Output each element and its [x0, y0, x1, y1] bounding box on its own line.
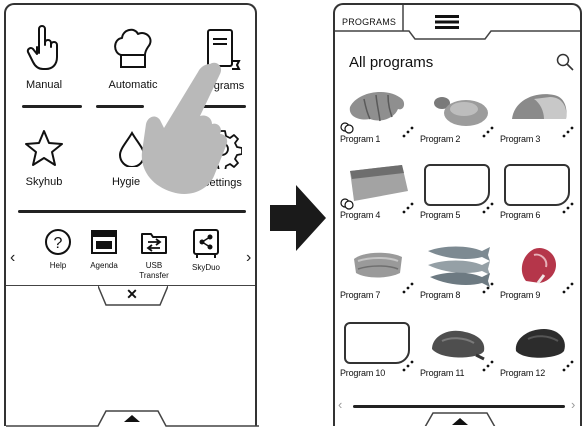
tool-label: Help — [49, 261, 67, 270]
bread-loaf-thumbnail — [512, 94, 567, 119]
program-label: Program 9 — [500, 290, 541, 300]
program-label: Program 7 — [340, 290, 381, 300]
program-card-8[interactable]: Program 8 — [420, 241, 496, 305]
empty-program-thumbnail — [344, 322, 410, 364]
program-label: Program 10 — [340, 368, 386, 378]
page-title: All programs — [349, 54, 434, 71]
more-options-icon[interactable] — [482, 360, 494, 372]
more-options-icon[interactable] — [562, 126, 574, 138]
svg-text:?: ? — [54, 235, 63, 252]
tile-skyhub[interactable]: Skyhub — [12, 129, 76, 188]
more-options-icon[interactable] — [482, 126, 494, 138]
more-options-icon[interactable] — [562, 282, 574, 294]
steak-thumbnail — [521, 247, 556, 284]
more-options-icon[interactable] — [402, 126, 414, 138]
more-options-icon[interactable] — [562, 202, 574, 214]
program-label: Program 12 — [500, 368, 546, 378]
skyduo-icon — [193, 229, 219, 258]
program-card-11[interactable]: Program 11 — [420, 319, 496, 383]
more-options-icon[interactable] — [562, 360, 574, 372]
chevron-right-icon[interactable]: › — [246, 249, 251, 267]
program-label: Program 11 — [420, 368, 465, 378]
close-icon[interactable]: ✕ — [122, 286, 142, 303]
program-label: Program 4 — [340, 210, 381, 220]
header-label: PROGRAMS — [342, 17, 397, 27]
more-options-icon[interactable] — [482, 282, 494, 294]
tile-label: Manual — [25, 79, 63, 91]
program-label: Program 3 — [500, 134, 541, 144]
tool-label: Agenda — [90, 261, 118, 270]
bread-roll-thumbnail — [434, 97, 488, 126]
program-card-10[interactable]: Program 10 — [340, 319, 416, 383]
agenda-icon — [91, 230, 117, 254]
program-label: Program 8 — [420, 290, 461, 300]
tool-skyduo[interactable]: SkyDuo — [184, 227, 228, 273]
separator — [18, 210, 246, 213]
transition-arrow-icon — [270, 185, 326, 251]
more-options-icon[interactable] — [482, 202, 494, 214]
expand-tab[interactable] — [335, 409, 582, 426]
more-options-icon[interactable] — [402, 282, 414, 294]
chevron-left-icon[interactable]: ‹ — [10, 249, 15, 267]
tool-agenda[interactable]: Agenda — [82, 227, 126, 271]
empty-program-thumbnail — [424, 164, 490, 206]
program-card-4[interactable]: Program 4 — [340, 161, 416, 225]
fish-fillet-thumbnail — [354, 252, 402, 278]
tool-help[interactable]: ? Help — [36, 227, 80, 271]
multi-level-icon — [340, 122, 354, 134]
tile-label: Skyhub — [25, 176, 63, 188]
program-card-3[interactable]: Program 3 — [500, 85, 576, 149]
roast-dark-thumbnail — [515, 329, 565, 358]
fish-thumbnail — [428, 246, 490, 287]
more-options-icon[interactable] — [402, 360, 414, 372]
bread-slab-thumbnail — [350, 165, 408, 201]
tool-label: USB Transfer — [139, 261, 169, 280]
search-icon[interactable] — [556, 53, 574, 71]
usb-transfer-icon — [141, 233, 167, 254]
programs-panel: PROGRAMS All programs Program 1 Program … — [333, 3, 582, 426]
program-label: Program 5 — [420, 210, 461, 220]
help-icon: ? — [45, 229, 71, 255]
program-card-9[interactable]: Program 9 — [500, 241, 576, 305]
tile-manual[interactable]: Manual — [12, 23, 76, 91]
star-icon — [25, 130, 63, 166]
program-card-1[interactable]: Program 1 — [340, 85, 416, 149]
scrollbar[interactable] — [353, 405, 565, 408]
separator — [22, 105, 82, 108]
multi-level-icon — [340, 198, 354, 210]
croissant-thumbnail — [349, 92, 405, 122]
tool-label: SkyDuo — [191, 263, 220, 272]
menu-icon[interactable] — [435, 15, 459, 29]
program-label: Program 1 — [340, 134, 381, 144]
tool-usb-transfer[interactable]: USB Transfer — [132, 227, 176, 281]
program-card-12[interactable]: Program 12 — [500, 319, 576, 383]
program-card-2[interactable]: Program 2 — [420, 85, 496, 149]
program-card-7[interactable]: Program 7 — [340, 241, 416, 305]
hand-pointer-icon — [26, 25, 58, 70]
program-card-6[interactable]: Program 6 — [500, 161, 576, 225]
program-label: Program 2 — [420, 134, 461, 144]
empty-program-thumbnail — [504, 164, 570, 206]
touch-hand-icon — [141, 62, 228, 195]
program-label: Program 6 — [500, 210, 541, 220]
more-options-icon[interactable] — [402, 202, 414, 214]
expand-tab[interactable] — [6, 405, 259, 428]
roast-thumbnail — [432, 330, 485, 361]
program-card-5[interactable]: Program 5 — [420, 161, 496, 225]
